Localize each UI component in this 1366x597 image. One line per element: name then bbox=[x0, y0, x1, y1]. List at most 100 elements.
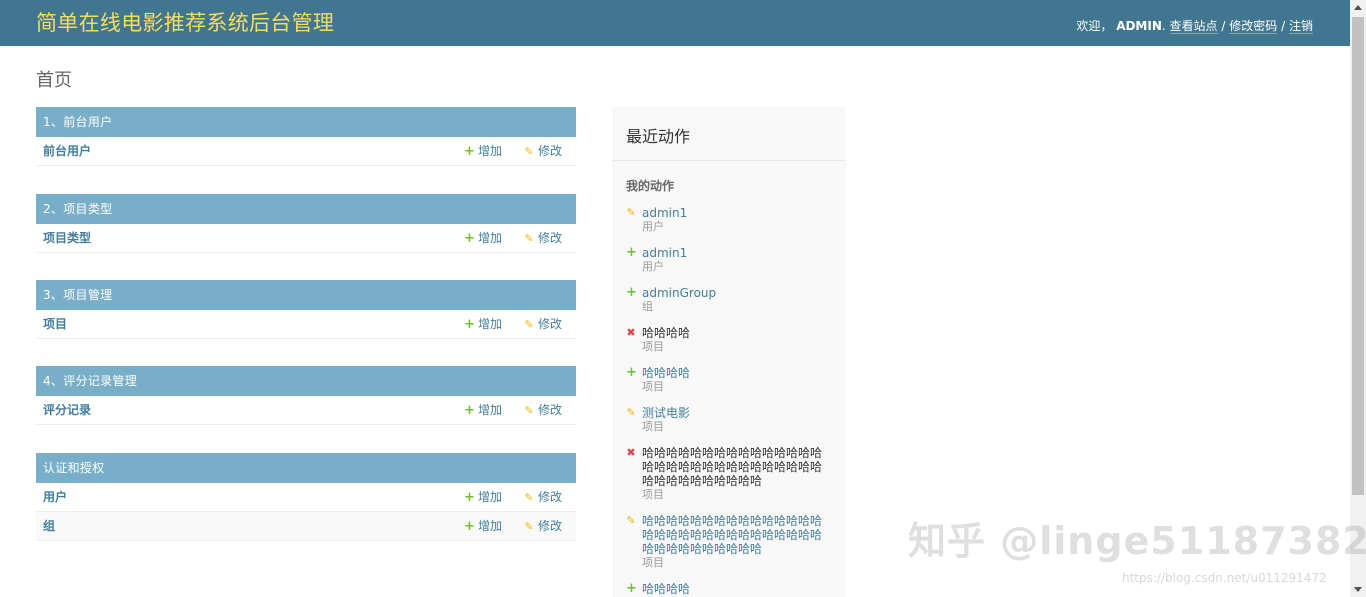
model-link[interactable]: 评分记录 bbox=[43, 396, 91, 424]
add-button[interactable]: + 增加 bbox=[464, 137, 502, 166]
action-object-link[interactable]: 测试电影 bbox=[642, 406, 690, 420]
vertical-scrollbar[interactable] bbox=[1350, 0, 1366, 597]
action-object-type: 项目 bbox=[642, 488, 664, 501]
action-object-type: 项目 bbox=[642, 556, 664, 569]
change-button[interactable]: ✎ 修改 bbox=[524, 512, 562, 541]
add-button[interactable]: + 增加 bbox=[464, 224, 502, 253]
username: ADMIN bbox=[1116, 19, 1162, 33]
separator: / bbox=[1281, 19, 1286, 33]
model-link[interactable]: 组 bbox=[43, 512, 55, 540]
pencil-icon: ✎ bbox=[626, 406, 636, 419]
add-button[interactable]: + 增加 bbox=[464, 512, 502, 541]
recent-actions-title: 最近动作 bbox=[612, 107, 846, 161]
change-button[interactable]: ✎ 修改 bbox=[524, 310, 562, 339]
list-item: ✖ 哈哈哈哈哈哈哈哈哈哈哈哈哈哈哈哈哈哈哈哈哈哈哈哈哈哈哈哈哈哈哈哈哈哈哈哈哈哈… bbox=[626, 446, 826, 502]
separator: / bbox=[1221, 19, 1226, 33]
change-button[interactable]: ✎ 修改 bbox=[524, 483, 562, 512]
plus-icon: + bbox=[626, 581, 637, 596]
action-object-type: 组 bbox=[642, 300, 653, 313]
add-button[interactable]: + 增加 bbox=[464, 310, 502, 339]
list-item: ✎ 测试电影 项目 bbox=[626, 406, 826, 434]
action-object-type: 项目 bbox=[642, 380, 664, 393]
pencil-icon: ✎ bbox=[626, 514, 636, 527]
page-title: 首页 bbox=[36, 70, 72, 91]
module-caption[interactable]: 3、项目管理 bbox=[36, 280, 576, 310]
action-object-type: 用户 bbox=[642, 260, 664, 273]
action-object-type: 用户 bbox=[642, 220, 664, 233]
change-button[interactable]: ✎ 修改 bbox=[524, 224, 562, 253]
list-item: + adminGroup 组 bbox=[626, 286, 826, 314]
action-list: ✎ admin1 用户 + admin1 用户 + adminGroup 组 ✖… bbox=[612, 206, 846, 597]
action-object-link[interactable]: 哈哈哈哈 bbox=[642, 582, 690, 596]
logout-link[interactable]: 注销 bbox=[1288, 19, 1313, 34]
add-button[interactable]: + 增加 bbox=[464, 483, 502, 512]
module-caption[interactable]: 4、评分记录管理 bbox=[36, 366, 576, 396]
action-object-name: 哈哈哈哈 bbox=[642, 326, 691, 340]
list-item: ✎ 哈哈哈哈哈哈哈哈哈哈哈哈哈哈哈哈哈哈哈哈哈哈哈哈哈哈哈哈哈哈哈哈哈哈哈哈哈哈… bbox=[626, 514, 826, 570]
table-row: 组 + 增加 ✎ 修改 bbox=[36, 512, 576, 541]
action-object-link[interactable]: admin1 bbox=[642, 206, 687, 220]
zhihu-watermark: 知乎 @linge511873822 bbox=[908, 519, 1366, 563]
action-object-link[interactable]: 哈哈哈哈哈哈哈哈哈哈哈哈哈哈哈哈哈哈哈哈哈哈哈哈哈哈哈哈哈哈哈哈哈哈哈哈哈哈哈哈 bbox=[642, 514, 822, 556]
plus-icon: + bbox=[464, 519, 475, 534]
url-watermark: https://blog.csdn.net/u011291472 bbox=[1122, 571, 1327, 585]
change-password-link[interactable]: 修改密码 bbox=[1229, 19, 1278, 34]
pencil-icon: ✎ bbox=[524, 520, 534, 533]
pencil-icon: ✎ bbox=[524, 404, 534, 417]
plus-icon: + bbox=[626, 285, 637, 300]
user-tools: 欢迎， ADMIN. 查看站点 / 修改密码 / 注销 bbox=[1076, 19, 1313, 34]
action-object-name: 哈哈哈哈哈哈哈哈哈哈哈哈哈哈哈哈哈哈哈哈哈哈哈哈哈哈哈哈哈哈哈哈哈哈哈哈哈哈哈哈 bbox=[642, 446, 823, 488]
plus-icon: + bbox=[464, 144, 475, 159]
pencil-icon: ✎ bbox=[524, 145, 534, 158]
list-item: + admin1 用户 bbox=[626, 246, 826, 274]
list-item: + 哈哈哈哈 项目 bbox=[626, 366, 826, 394]
scroll-down-arrow-icon[interactable] bbox=[1354, 587, 1362, 592]
table-row: 项目类型 + 增加 ✎ 修改 bbox=[36, 224, 576, 253]
view-site-link[interactable]: 查看站点 bbox=[1169, 19, 1218, 34]
module-projects: 3、项目管理 项目 + 增加 ✎ 修改 bbox=[36, 280, 576, 339]
recent-actions-panel: 最近动作 我的动作 ✎ admin1 用户 + admin1 用户 + admi… bbox=[612, 107, 846, 597]
action-object-type: 项目 bbox=[642, 420, 664, 433]
model-link[interactable]: 项目类型 bbox=[43, 224, 91, 252]
pencil-icon: ✎ bbox=[524, 318, 534, 331]
module-frontend-users: 1、前台用户 前台用户 + 增加 ✎ 修改 bbox=[36, 107, 576, 166]
pencil-icon: ✎ bbox=[626, 206, 636, 219]
module-caption[interactable]: 1、前台用户 bbox=[36, 107, 576, 137]
welcome-text: 欢迎， bbox=[1076, 19, 1113, 33]
model-link[interactable]: 用户 bbox=[43, 483, 67, 511]
module-caption[interactable]: 认证和授权 bbox=[36, 453, 576, 483]
pencil-icon: ✎ bbox=[524, 232, 534, 245]
module-ratings: 4、评分记录管理 评分记录 + 增加 ✎ 修改 bbox=[36, 366, 576, 425]
my-actions-subtitle: 我的动作 bbox=[626, 179, 675, 193]
action-object-link[interactable]: adminGroup bbox=[642, 286, 716, 300]
pencil-icon: ✎ bbox=[524, 491, 534, 504]
table-row: 项目 + 增加 ✎ 修改 bbox=[36, 310, 576, 339]
action-object-link[interactable]: admin1 bbox=[642, 246, 687, 260]
header-bar: 简单在线电影推荐系统后台管理 欢迎， ADMIN. 查看站点 / 修改密码 / … bbox=[0, 0, 1350, 46]
cross-icon: ✖ bbox=[626, 326, 636, 339]
table-row: 评分记录 + 增加 ✎ 修改 bbox=[36, 396, 576, 425]
scrollbar-thumb[interactable] bbox=[1352, 17, 1364, 495]
action-object-type: 项目 bbox=[642, 340, 664, 353]
model-link[interactable]: 前台用户 bbox=[43, 137, 91, 165]
add-button[interactable]: + 增加 bbox=[464, 396, 502, 425]
action-object-link[interactable]: 哈哈哈哈 bbox=[642, 366, 690, 380]
plus-icon: + bbox=[626, 365, 637, 380]
scroll-up-arrow-icon[interactable] bbox=[1354, 5, 1362, 10]
change-button[interactable]: ✎ 修改 bbox=[524, 396, 562, 425]
site-title[interactable]: 简单在线电影推荐系统后台管理 bbox=[36, 9, 334, 37]
plus-icon: + bbox=[464, 490, 475, 505]
list-item: ✖ 哈哈哈哈 项目 bbox=[626, 326, 826, 354]
list-item: ✎ admin1 用户 bbox=[626, 206, 826, 234]
plus-icon: + bbox=[464, 403, 475, 418]
module-caption[interactable]: 2、项目类型 bbox=[36, 194, 576, 224]
plus-icon: + bbox=[626, 245, 637, 260]
list-item: + 哈哈哈哈 项目 bbox=[626, 582, 826, 597]
module-project-types: 2、项目类型 项目类型 + 增加 ✎ 修改 bbox=[36, 194, 576, 253]
plus-icon: + bbox=[464, 231, 475, 246]
table-row: 用户 + 增加 ✎ 修改 bbox=[36, 483, 576, 512]
model-link[interactable]: 项目 bbox=[43, 310, 67, 338]
module-auth: 认证和授权 用户 + 增加 ✎ 修改 组 + 增加 ✎ 修改 bbox=[36, 453, 576, 541]
cross-icon: ✖ bbox=[626, 446, 636, 459]
change-button[interactable]: ✎ 修改 bbox=[524, 137, 562, 166]
